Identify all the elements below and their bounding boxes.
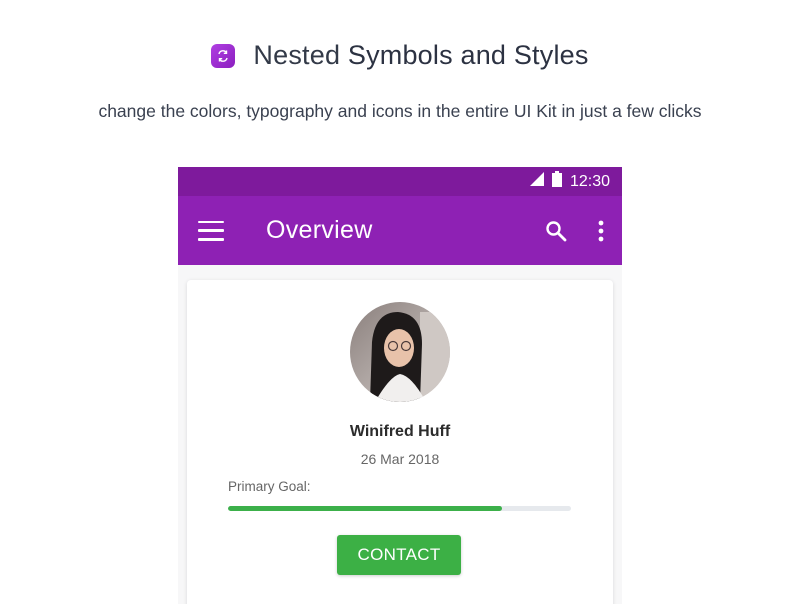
search-icon[interactable] bbox=[544, 219, 568, 243]
profile-card: Winifred Huff 26 Mar 2018 Primary Goal: … bbox=[187, 280, 613, 604]
signal-icon bbox=[529, 172, 544, 191]
goal-label: Primary Goal: bbox=[228, 479, 311, 494]
sync-icon bbox=[211, 43, 236, 68]
page-title-strong: Symbols and Styles bbox=[347, 40, 589, 70]
app-bar: Overview bbox=[178, 196, 622, 265]
goal-progress-fill bbox=[228, 506, 503, 511]
page-subtitle: change the colors, typography and icons … bbox=[98, 101, 702, 121]
goal-progress-bar bbox=[228, 506, 571, 511]
status-time: 12:30 bbox=[569, 172, 610, 190]
user-date: 26 Mar 2018 bbox=[360, 451, 440, 467]
heading: Nested Symbols and Styles bbox=[0, 40, 800, 71]
battery-icon bbox=[551, 171, 562, 192]
page-title-light: Nested bbox=[253, 40, 348, 70]
page: Nested Symbols and Styles change the col… bbox=[0, 0, 800, 604]
avatar bbox=[350, 302, 450, 402]
more-vert-icon[interactable] bbox=[598, 220, 604, 242]
page-title: Nested Symbols and Styles bbox=[253, 40, 588, 71]
phone-mockup: 12:30 Overview Winifred Huff 26 Mar 2018… bbox=[178, 167, 622, 604]
contact-button[interactable]: CONTACT bbox=[337, 535, 461, 575]
app-bar-title: Overview bbox=[266, 216, 373, 244]
app-bar-actions bbox=[544, 196, 604, 265]
status-bar: 12:30 bbox=[178, 167, 622, 196]
menu-icon[interactable] bbox=[198, 220, 224, 241]
user-name: Winifred Huff bbox=[349, 423, 451, 440]
